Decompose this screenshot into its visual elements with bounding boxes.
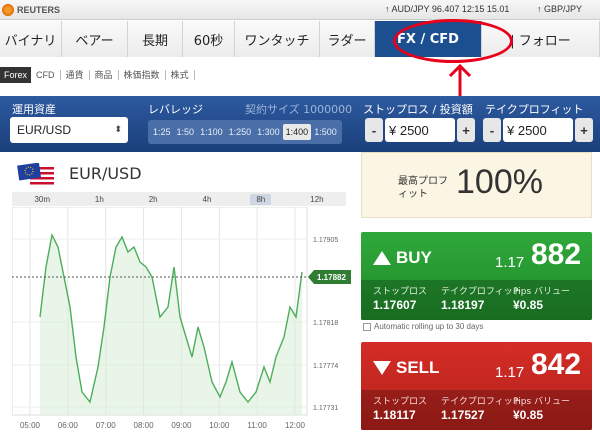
ticker-quote-next: ↑ GBP/JPY: [537, 4, 583, 14]
timeframe-0[interactable]: 30m: [28, 194, 56, 205]
nav-tab-3[interactable]: 60秒: [183, 21, 235, 57]
subnav-item-4[interactable]: 株価指数: [119, 70, 166, 80]
sell-button[interactable]: SELL 1.17 842 ストップロス テイクプロフィット Pips バリュー…: [361, 342, 592, 430]
asset-value: EUR/USD: [17, 123, 72, 137]
takeprofit-plus-button[interactable]: +: [575, 118, 593, 142]
chart-x-tick-3: 08:00: [134, 421, 155, 430]
subnav-item-2[interactable]: 通貨: [61, 70, 90, 80]
stoploss-label: ストップロス / 投資額: [363, 103, 473, 116]
buy-label: BUY: [396, 248, 432, 267]
subnav-item-3[interactable]: 商品: [90, 70, 119, 80]
leverage-option-6[interactable]: 1:500: [311, 124, 340, 140]
sell-pips-value: ¥0.85: [513, 408, 544, 422]
highlight-ellipse: [393, 19, 513, 63]
sell-price-pips: 842: [531, 348, 582, 381]
up-arrow-annotation: [448, 63, 472, 97]
chart-x-tick-4: 09:00: [171, 421, 192, 430]
chart-x-tick-7: 12:00: [285, 421, 306, 430]
timeframe-4[interactable]: 8h: [250, 193, 272, 205]
chart-x-tick-1: 06:00: [58, 421, 79, 430]
brand-text: REUTERS: [17, 5, 61, 15]
leverage-option-5[interactable]: 1:400: [282, 124, 312, 140]
leverage-selector: 1:25 1:50 1:100 1:250 1:300 1:400 1:500: [148, 120, 342, 144]
auto-rolling-label: Automatic rolling up to 30 days: [374, 322, 484, 331]
buy-tp-label: テイクプロフィット: [441, 287, 522, 297]
eu-us-flag-icon: [17, 163, 54, 185]
sell-price-prefix: 1.17: [495, 364, 525, 381]
leverage-option-4[interactable]: 1:300: [254, 124, 283, 140]
sub-nav: Forex CFD 通貨 商品 株価指数 株式: [0, 66, 195, 84]
leverage-option-2[interactable]: 1:100: [197, 124, 226, 140]
chart-current-value: 1.17882: [317, 273, 346, 282]
chart-x-tick-5: 10:00: [209, 421, 230, 430]
takeprofit-input[interactable]: ¥ 2500: [503, 118, 573, 142]
timeframe-1[interactable]: 1h: [89, 194, 110, 205]
leverage-label: レバレッジ: [148, 103, 203, 116]
buy-stop-label: ストップロス: [373, 287, 428, 297]
chart-x-tick-0: 05:00: [20, 421, 41, 430]
reuters-logo: REUTERS: [2, 2, 60, 18]
auto-rolling-option[interactable]: Automatic rolling up to 30 days: [363, 322, 483, 331]
ticker-bar: REUTERS ↑ AUD/JPY 96.407 12:15 15.01 ↑ G…: [0, 0, 600, 20]
nav-tab-0[interactable]: バイナリ: [0, 21, 62, 57]
ticker-quote: ↑ AUD/JPY 96.407 12:15 15.01: [385, 4, 510, 14]
leverage-option-0[interactable]: 1:25: [150, 124, 174, 140]
pair-title: EUR/USD: [69, 164, 142, 183]
buy-pips-label: Pips バリュー: [513, 287, 570, 297]
sell-label: SELL: [396, 358, 440, 377]
chart-x-tick-2: 07:00: [96, 421, 117, 430]
leverage-option-3[interactable]: 1:250: [226, 124, 255, 140]
chart-y-tick-2: 1.17774: [313, 363, 338, 370]
subnav-item-1[interactable]: CFD: [31, 70, 61, 80]
chart-x-tick-6: 11:00: [247, 421, 267, 430]
sell-pips-label: Pips バリュー: [513, 397, 570, 407]
buy-pips-value: ¥0.85: [513, 298, 544, 312]
sell-stop-label: ストップロス: [373, 397, 428, 407]
buy-price-pips: 882: [531, 238, 582, 271]
select-caret-icon: ⬍: [114, 124, 122, 134]
nav-tab-5[interactable]: ラダー: [320, 21, 375, 57]
sell-tp-value: 1.17527: [441, 408, 485, 422]
chart-y-tick-0: 1.17905: [313, 237, 338, 244]
timeframe-3[interactable]: 4h: [197, 194, 218, 205]
stoploss-minus-button[interactable]: -: [365, 118, 383, 142]
timeframe-bar: 30m 1h 2h 4h 8h 12h: [12, 192, 346, 206]
stoploss-plus-button[interactable]: +: [457, 118, 475, 142]
buy-button[interactable]: BUY 1.17 882 ストップロス テイクプロフィット Pips バリュー …: [361, 232, 592, 320]
reuters-dot-icon: [2, 4, 14, 16]
chart-y-tick-1: 1.17818: [313, 320, 338, 327]
nav-tab-1[interactable]: ベアー: [62, 21, 128, 57]
probability-panel: 最高プロフィット 100%: [361, 152, 592, 218]
auto-rolling-checkbox[interactable]: [363, 322, 371, 331]
leverage-option-1[interactable]: 1:50: [174, 124, 198, 140]
price-chart: 05:00 06:00 07:00 08:00 09:00 10:00 11:00 12:00…: [12, 207, 351, 430]
stoploss-input[interactable]: ¥ 2500: [385, 118, 455, 142]
takeprofit-label: テイクプロフィット: [485, 103, 584, 116]
triangle-up-icon: [373, 251, 391, 265]
sell-tp-label: テイクプロフィット: [441, 397, 522, 407]
timeframe-2[interactable]: 2h: [143, 194, 164, 205]
sell-stop-value: 1.18117: [373, 408, 416, 422]
subnav-item-5[interactable]: 株式: [166, 70, 195, 80]
timeframe-5[interactable]: 12h: [304, 194, 329, 205]
triangle-down-icon: [373, 361, 391, 375]
buy-price-prefix: 1.17: [495, 254, 525, 271]
probability-label: 最高プロフィット: [398, 176, 448, 200]
buy-stop-value: 1.17607: [373, 298, 417, 312]
asset-select[interactable]: EUR/USD ⬍: [10, 117, 128, 143]
nav-tab-2[interactable]: 長期: [128, 21, 183, 57]
subnav-item-0[interactable]: Forex: [0, 67, 32, 83]
contract-size-label: 契約サイズ 1000000: [245, 103, 353, 116]
probability-value: 100%: [456, 163, 543, 201]
chart-y-tick-3: 1.17731: [313, 405, 338, 412]
nav-tab-4[interactable]: ワンタッチ: [235, 21, 320, 57]
asset-label: 運用資産: [12, 103, 56, 116]
buy-tp-value: 1.18197: [441, 298, 485, 312]
takeprofit-minus-button[interactable]: -: [483, 118, 501, 142]
